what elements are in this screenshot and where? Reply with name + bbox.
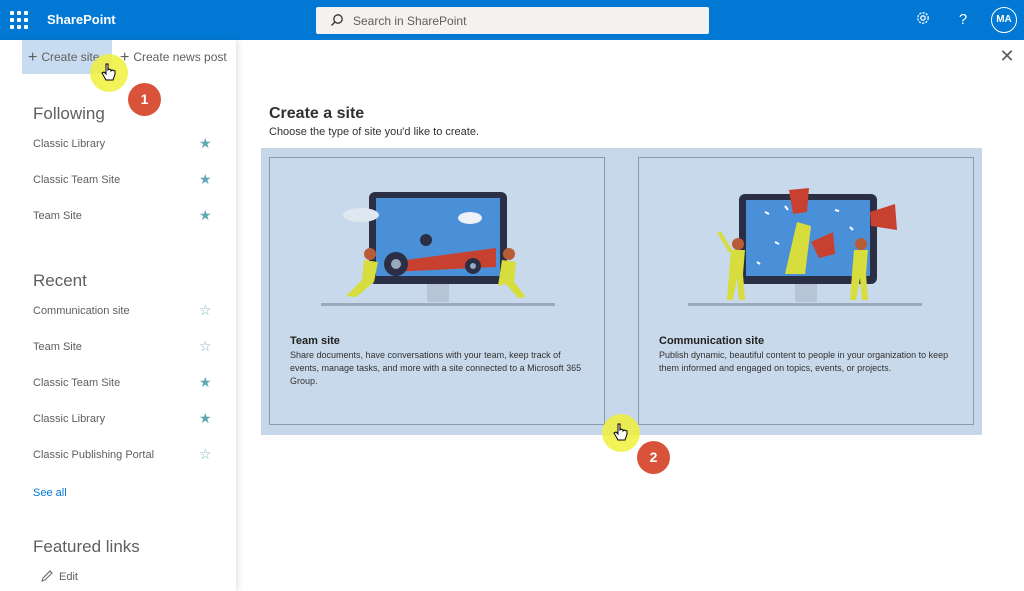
see-all-link[interactable]: See all bbox=[33, 487, 67, 499]
hand-cursor-icon bbox=[101, 63, 116, 81]
recent-item-communication-site[interactable]: Communication site bbox=[33, 305, 213, 317]
dialog-title: Create a site bbox=[269, 105, 365, 122]
communication-site-card[interactable]: Communication site Publish dynamic, beau… bbox=[638, 157, 974, 425]
team-site-illustration bbox=[321, 192, 555, 306]
create-news-label: Create news post bbox=[133, 50, 227, 64]
communication-site-title: Communication site bbox=[659, 335, 765, 347]
star-outline-icon[interactable]: ☆ bbox=[199, 446, 212, 463]
step-badge-1: 1 bbox=[128, 83, 161, 116]
search-placeholder: Search in SharePoint bbox=[353, 14, 467, 28]
star-outline-icon[interactable]: ☆ bbox=[199, 302, 212, 319]
featured-links-heading: Featured links bbox=[33, 537, 140, 556]
following-item-classic-team-site[interactable]: Classic Team Site bbox=[33, 174, 213, 186]
communication-site-description: Publish dynamic, beautiful content to pe… bbox=[659, 350, 949, 373]
recent-item-classic-publishing-portal[interactable]: Classic Publishing Portal bbox=[33, 449, 213, 461]
star-filled-icon[interactable]: ★ bbox=[199, 171, 212, 188]
star-filled-icon[interactable]: ★ bbox=[199, 207, 212, 224]
recent-item-classic-team-site[interactable]: Classic Team Site bbox=[33, 377, 213, 389]
star-filled-icon[interactable]: ★ bbox=[199, 135, 212, 152]
search-box[interactable]: Search in SharePoint bbox=[316, 7, 709, 34]
star-filled-icon[interactable]: ★ bbox=[199, 410, 212, 427]
top-bar: SharePoint Search in SharePoint ? MA bbox=[0, 0, 1024, 40]
close-icon[interactable]: ✕ bbox=[998, 46, 1016, 67]
hand-cursor-icon bbox=[613, 423, 628, 441]
following-heading: Following bbox=[33, 104, 105, 123]
edit-label: Edit bbox=[59, 571, 78, 583]
recent-heading: Recent bbox=[33, 271, 87, 290]
dialog-subtitle: Choose the type of site you'd like to cr… bbox=[269, 126, 479, 138]
search-icon bbox=[331, 14, 343, 26]
left-panel: + Create site + Create news post Following… bbox=[0, 40, 236, 591]
plus-icon: + bbox=[28, 49, 38, 66]
help-icon[interactable]: ? bbox=[953, 10, 973, 30]
team-site-card[interactable]: Team site Share documents, have conversa… bbox=[269, 157, 605, 425]
create-site-label: Create site bbox=[41, 50, 100, 64]
waffle-icon[interactable] bbox=[10, 11, 28, 29]
app-title[interactable]: SharePoint bbox=[47, 12, 116, 27]
communication-site-illustration bbox=[688, 188, 922, 306]
pencil-icon bbox=[41, 570, 53, 582]
team-site-title: Team site bbox=[290, 335, 340, 347]
gear-icon[interactable] bbox=[913, 10, 933, 32]
recent-item-classic-library[interactable]: Classic Library bbox=[33, 413, 213, 425]
create-news-post-button[interactable]: + Create news post bbox=[116, 40, 227, 74]
star-outline-icon[interactable]: ☆ bbox=[199, 338, 212, 355]
avatar[interactable]: MA bbox=[991, 7, 1017, 33]
recent-item-team-site[interactable]: Team Site bbox=[33, 341, 213, 353]
star-filled-icon[interactable]: ★ bbox=[199, 374, 212, 391]
following-item-team-site[interactable]: Team Site bbox=[33, 210, 213, 222]
following-item-classic-library[interactable]: Classic Library bbox=[33, 138, 213, 150]
step-badge-2: 2 bbox=[637, 441, 670, 474]
team-site-description: Share documents, have conversations with… bbox=[290, 350, 582, 386]
edit-featured-links[interactable]: Edit bbox=[40, 569, 78, 583]
